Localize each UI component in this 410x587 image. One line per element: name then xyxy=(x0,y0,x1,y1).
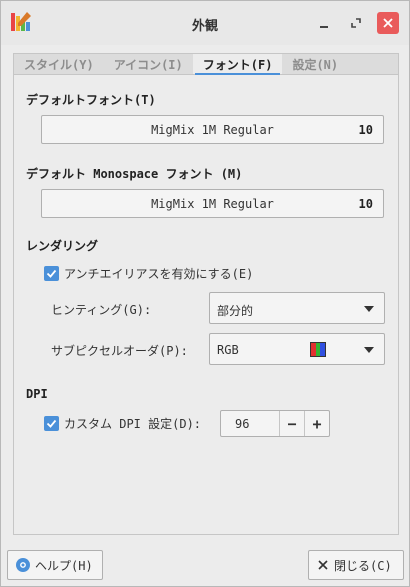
help-button[interactable]: ヘルプ(H) xyxy=(7,550,103,580)
default-font-size: 10 xyxy=(358,123,373,137)
tab-style[interactable]: スタイル(Y) xyxy=(14,54,104,74)
close-icon xyxy=(383,18,393,28)
appearance-window: 外観 スタイル(Y) アイコン(I) フォント(F) 設定(N) デフォルトフォ… xyxy=(0,0,410,587)
maximize-button[interactable] xyxy=(345,12,367,34)
dpi-spinbox[interactable]: 96 − + xyxy=(220,410,330,437)
hinting-select[interactable]: 部分的 xyxy=(209,292,385,324)
help-icon xyxy=(16,558,30,572)
checkmark-icon xyxy=(46,269,57,278)
subpixel-select[interactable]: RGB xyxy=(209,333,385,365)
default-font-name: MigMix 1M Regular xyxy=(151,123,274,137)
tab-fonts[interactable]: フォント(F) xyxy=(192,54,283,76)
dpi-increment-button[interactable]: + xyxy=(304,411,329,436)
custom-dpi-label: カスタム DPI 設定(D): xyxy=(64,417,202,431)
maximize-icon xyxy=(351,18,361,28)
close-window-button[interactable] xyxy=(377,12,399,34)
mono-font-size: 10 xyxy=(358,197,373,211)
antialias-row[interactable]: アンチエイリアスを有効にする(E) xyxy=(44,265,253,282)
checkmark-icon xyxy=(46,419,57,428)
rendering-heading: レンダリング xyxy=(26,239,99,253)
chevron-down-icon xyxy=(364,306,374,312)
close-button[interactable]: 閉じる(C) xyxy=(308,550,404,580)
default-font-button[interactable]: MigMix 1M Regular 10 xyxy=(41,115,384,144)
help-button-label: ヘルプ(H) xyxy=(35,558,93,573)
mono-font-button[interactable]: MigMix 1M Regular 10 xyxy=(41,189,384,218)
close-icon xyxy=(318,560,328,570)
antialias-checkbox[interactable] xyxy=(44,266,59,281)
hinting-value: 部分的 xyxy=(217,304,254,318)
minimize-icon xyxy=(320,26,328,28)
hinting-label: ヒンティング(G): xyxy=(51,303,152,317)
mono-font-name: MigMix 1M Regular xyxy=(151,197,274,211)
minimize-button[interactable] xyxy=(313,12,335,34)
tab-settings[interactable]: 設定(N) xyxy=(282,54,348,74)
custom-dpi-row[interactable]: カスタム DPI 設定(D): xyxy=(44,415,201,432)
rgb-subpixel-icon xyxy=(310,342,326,357)
tab-icons[interactable]: アイコン(I) xyxy=(104,54,193,74)
subpixel-value: RGB xyxy=(217,343,239,357)
dpi-heading: DPI xyxy=(26,387,48,401)
tab-bar: スタイル(Y) アイコン(I) フォント(F) 設定(N) xyxy=(13,53,399,76)
fonts-panel: デフォルトフォント(T) MigMix 1M Regular 10 デフォルト … xyxy=(13,75,399,535)
custom-dpi-checkbox[interactable] xyxy=(44,416,59,431)
close-button-label: 閉じる(C) xyxy=(334,558,392,573)
default-font-heading: デフォルトフォント(T) xyxy=(26,93,156,107)
title-bar[interactable]: 外観 xyxy=(1,1,409,45)
antialias-label: アンチエイリアスを有効にする(E) xyxy=(64,267,254,281)
subpixel-label: サブピクセルオーダ(P): xyxy=(51,344,188,358)
chevron-down-icon xyxy=(364,347,374,353)
mono-font-heading: デフォルト Monospace フォント (M) xyxy=(26,167,243,181)
dpi-decrement-button[interactable]: − xyxy=(279,411,304,436)
dpi-value[interactable]: 96 xyxy=(235,417,249,431)
